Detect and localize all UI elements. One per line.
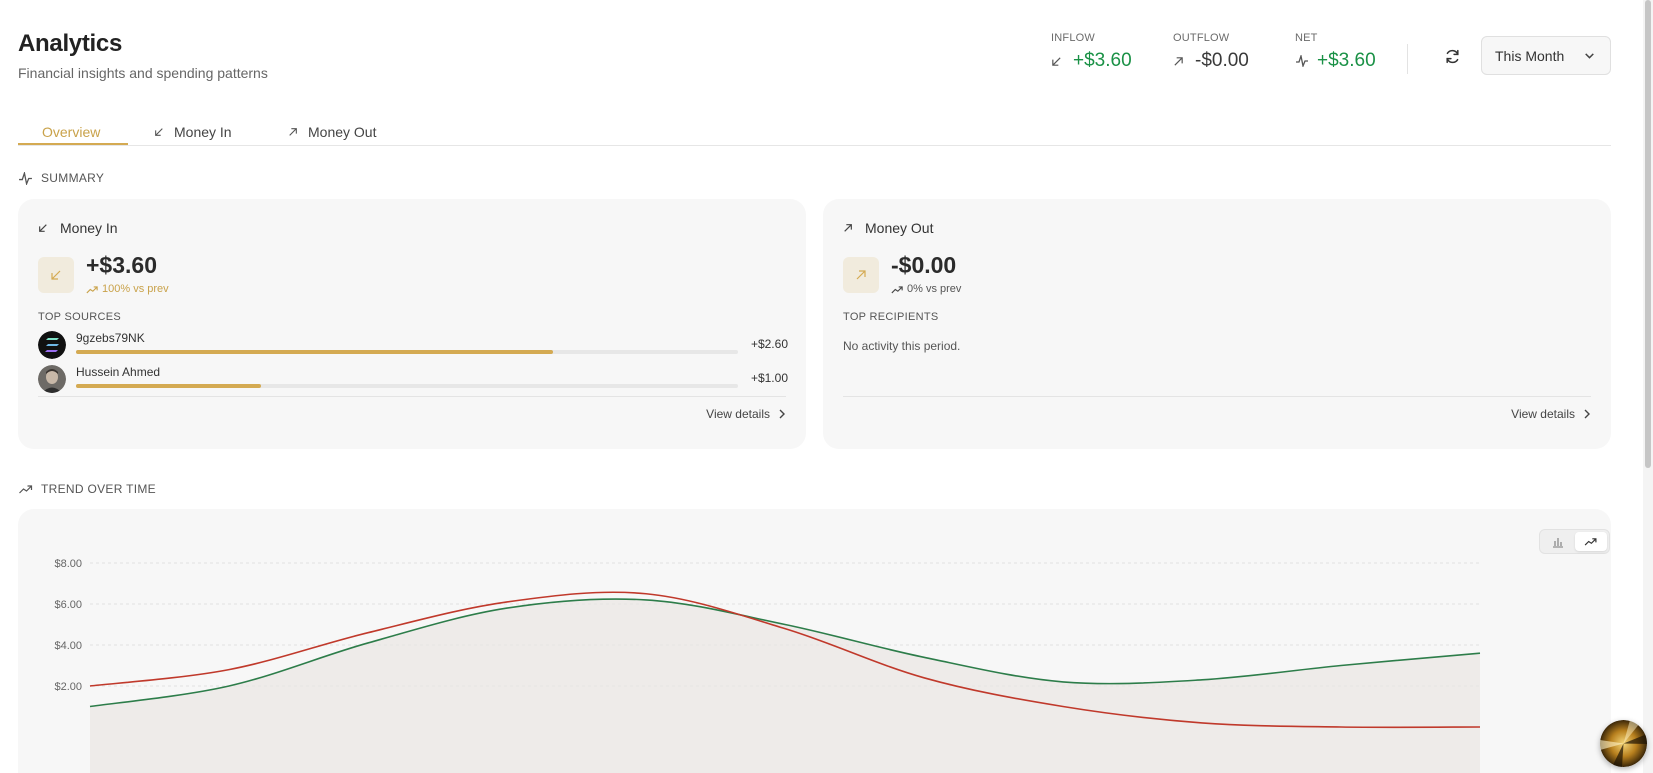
refresh-icon <box>1445 49 1459 63</box>
card-title: Money In <box>38 220 118 236</box>
scrollbar-thumb[interactable] <box>1645 0 1651 468</box>
summary-stats: INFLOW +$3.60 OUTFLOW -$0.00 NET +$3.60 <box>1051 32 1417 72</box>
stat-outflow: OUTFLOW -$0.00 <box>1173 32 1295 72</box>
user-avatar <box>38 365 66 393</box>
empty-state-text: No activity this period. <box>843 339 961 353</box>
source-row[interactable]: 9gzebs79NK +$2.60 <box>38 331 788 361</box>
source-name: 9gzebs79NK <box>76 331 145 345</box>
view-details-link[interactable]: View details <box>1511 407 1591 421</box>
active-tab-indicator <box>18 143 128 145</box>
source-share-bar <box>76 384 738 388</box>
trend-chart-card: $8.00 $6.00 $4.00 $2.00 <box>18 509 1611 773</box>
solana-avatar <box>38 331 66 359</box>
refresh-button[interactable] <box>1440 44 1464 68</box>
stat-label: INFLOW <box>1051 32 1095 44</box>
assistant-orb-icon <box>1600 720 1647 767</box>
chevron-down-icon <box>1585 53 1594 59</box>
activity-icon <box>1295 55 1311 67</box>
arrow-down-left-icon <box>39 224 47 232</box>
tab-bar: Overview Money In Money Out <box>18 112 1611 146</box>
trending-up-icon <box>86 285 98 293</box>
trend-line-chart: $8.00 $6.00 $4.00 $2.00 <box>54 558 1481 773</box>
tab-label: Money In <box>174 124 232 140</box>
stat-label: OUTFLOW <box>1173 32 1230 44</box>
stat-label: NET <box>1295 32 1318 44</box>
source-name: Hussein Ahmed <box>76 365 161 379</box>
tab-money-in[interactable]: Money In <box>154 118 232 146</box>
card-divider <box>843 396 1591 397</box>
page-scrollbar[interactable] <box>1643 0 1653 773</box>
y-tick-label: $2.00 <box>54 681 82 693</box>
period-select-value: This Month <box>1495 47 1565 64</box>
chevron-right-icon <box>779 409 785 419</box>
tab-overview[interactable]: Overview <box>42 118 100 146</box>
arrow-up-right-icon <box>856 270 866 280</box>
activity-icon <box>19 171 32 185</box>
page-title: Analytics <box>18 30 123 57</box>
page-header: Analytics Financial insights and spendin… <box>18 30 268 81</box>
source-share-fill <box>76 384 262 388</box>
arrow-down-left-icon <box>1051 56 1067 67</box>
y-tick-label: $8.00 <box>54 558 82 570</box>
money-out-delta: 0% vs prev <box>891 283 961 295</box>
stat-net: NET +$3.60 <box>1295 32 1417 72</box>
page-subtitle: Financial insights and spending patterns <box>18 65 268 81</box>
money-out-badge <box>843 257 879 293</box>
card-title: Money Out <box>843 220 933 236</box>
top-recipients-title: TOP RECIPIENTS <box>843 311 939 323</box>
trending-up-icon <box>19 485 33 494</box>
card-divider <box>38 396 786 397</box>
arrow-up-right-icon <box>844 224 852 232</box>
arrow-down-left-icon <box>155 128 163 136</box>
top-sources-title: TOP SOURCES <box>38 311 121 323</box>
stat-inflow: INFLOW +$3.60 <box>1051 32 1173 72</box>
trending-up-icon <box>891 285 903 293</box>
stat-value: +$3.60 <box>1317 50 1376 71</box>
arrow-down-left-icon <box>51 270 61 280</box>
source-share-fill <box>76 350 553 354</box>
tab-money-out[interactable]: Money Out <box>288 118 376 146</box>
stat-value: +$3.60 <box>1073 50 1132 71</box>
summary-section-label: SUMMARY <box>18 171 104 185</box>
y-tick-label: $4.00 <box>54 640 82 652</box>
assistant-fab-button[interactable] <box>1600 720 1647 767</box>
source-share-bar <box>76 350 738 354</box>
money-in-badge <box>38 257 74 293</box>
money-in-amount: +$3.60 <box>86 252 157 278</box>
money-out-card: Money Out -$0.00 0% vs prev TOP RECIPIEN… <box>823 199 1611 449</box>
source-amount: +$1.00 <box>750 371 788 385</box>
chevron-right-icon <box>1584 409 1590 419</box>
source-row[interactable]: Hussein Ahmed +$1.00 <box>38 365 788 395</box>
trend-section-label: TREND OVER TIME <box>18 482 156 496</box>
period-select[interactable]: This Month <box>1481 36 1611 75</box>
y-tick-label: $6.00 <box>54 599 82 611</box>
arrow-up-right-icon <box>1173 56 1189 67</box>
header-divider <box>1407 44 1408 74</box>
tab-label: Money Out <box>308 124 377 140</box>
money-in-delta: 100% vs prev <box>86 283 169 295</box>
money-out-amount: -$0.00 <box>891 252 957 278</box>
stat-value: -$0.00 <box>1195 50 1249 71</box>
arrow-up-right-icon <box>289 128 297 136</box>
view-details-link[interactable]: View details <box>706 407 786 421</box>
tab-label: Overview <box>42 124 101 140</box>
money-in-card: Money In +$3.60 100% vs prev TOP SOURCES… <box>18 199 806 449</box>
source-amount: +$2.60 <box>750 337 788 351</box>
